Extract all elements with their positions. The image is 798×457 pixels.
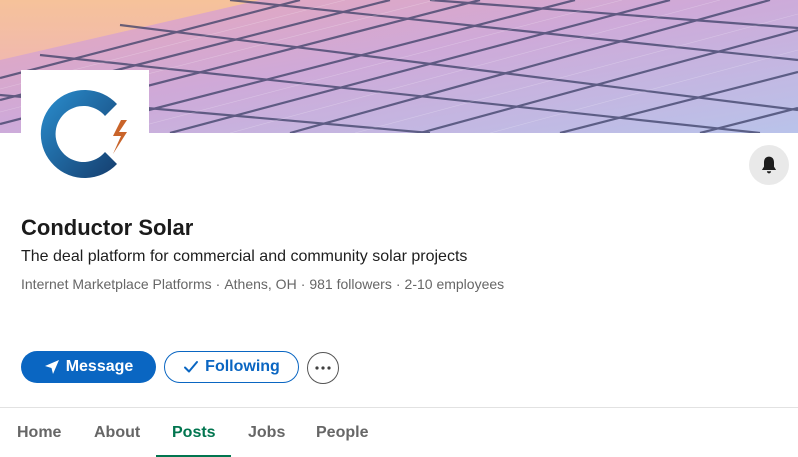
tab-home[interactable]: Home bbox=[17, 408, 61, 457]
tab-posts[interactable]: Posts bbox=[172, 408, 216, 457]
tab-jobs[interactable]: Jobs bbox=[248, 408, 285, 457]
following-button-label: Following bbox=[205, 358, 280, 375]
followers-count: 981 followers bbox=[309, 276, 392, 292]
location-text: Athens, OH bbox=[224, 276, 297, 292]
more-options-button[interactable] bbox=[307, 352, 339, 384]
bell-icon bbox=[761, 156, 777, 174]
company-tagline: The deal platform for commercial and com… bbox=[21, 248, 468, 265]
notification-bell-button[interactable] bbox=[749, 145, 789, 185]
industry-text: Internet Marketplace Platforms bbox=[21, 276, 212, 292]
company-logo[interactable] bbox=[21, 70, 149, 198]
following-button[interactable]: Following bbox=[164, 351, 299, 383]
check-icon bbox=[184, 361, 199, 373]
company-tabs: Home About Posts Jobs People bbox=[0, 408, 798, 457]
send-icon bbox=[44, 360, 59, 374]
company-name: Conductor Solar bbox=[21, 215, 194, 240]
tab-people[interactable]: People bbox=[316, 408, 368, 457]
ellipsis-icon bbox=[315, 366, 331, 370]
meta-separator: · bbox=[215, 276, 221, 292]
company-meta: Internet Marketplace Platforms · Athens, O… bbox=[21, 276, 504, 292]
message-button-label: Message bbox=[65, 358, 134, 375]
conductor-solar-logo-icon bbox=[40, 90, 127, 178]
message-button[interactable]: Message bbox=[21, 351, 156, 383]
meta-separator: · bbox=[300, 276, 306, 292]
meta-separator: · bbox=[395, 276, 401, 292]
employees-link[interactable]: 2-10 employees bbox=[405, 276, 505, 292]
tab-about[interactable]: About bbox=[94, 408, 140, 457]
